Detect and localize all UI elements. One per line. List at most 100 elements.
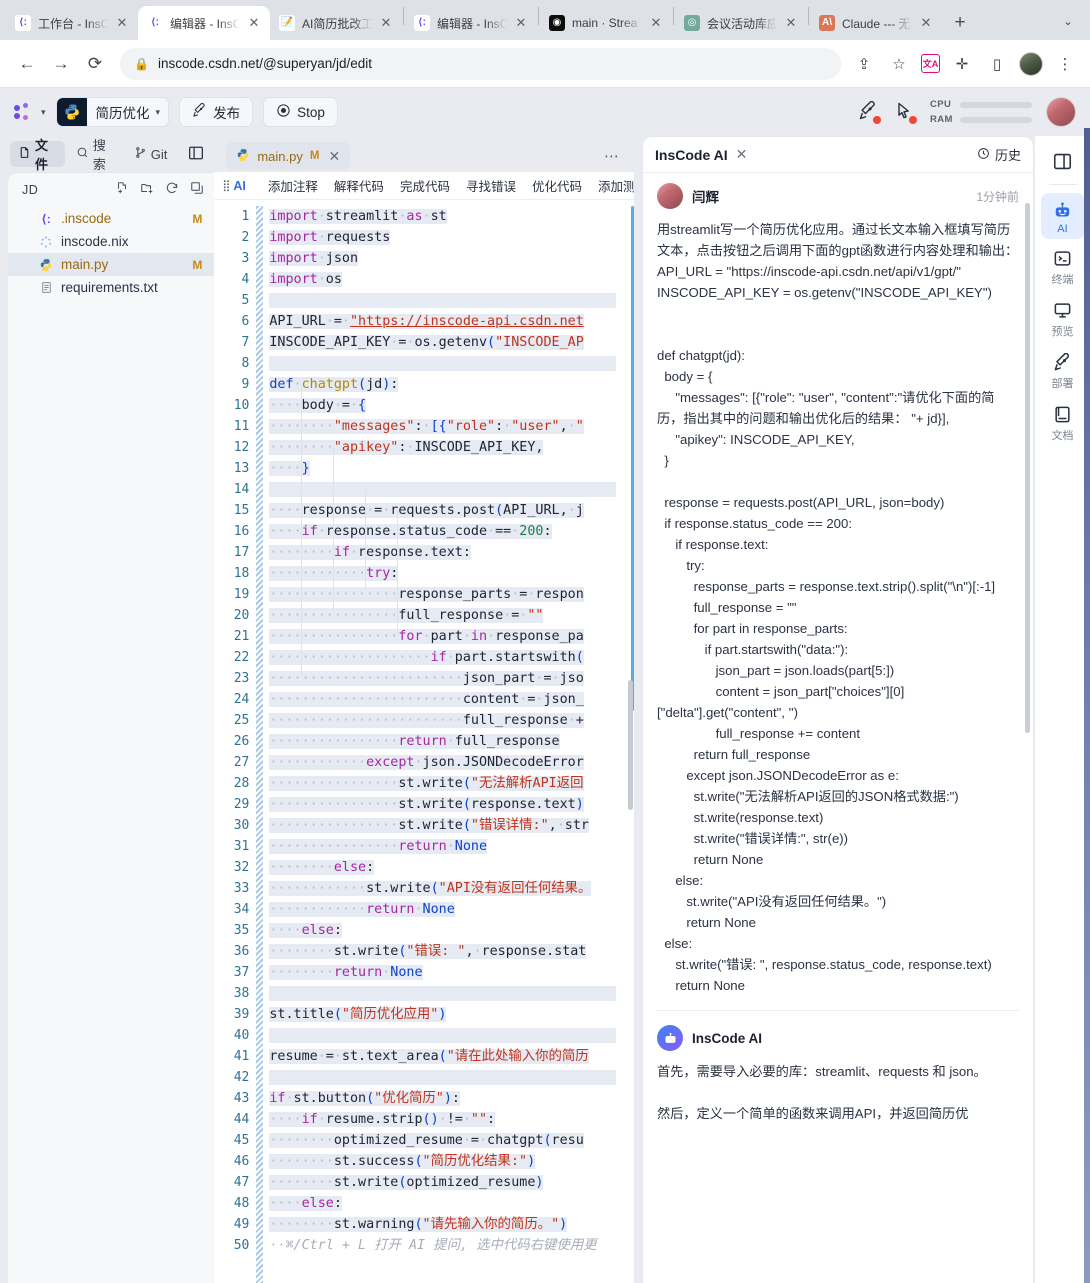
code-line[interactable]: ········st.write("错误: ",·response.stat xyxy=(269,941,634,962)
code-line[interactable]: ················return·full_response xyxy=(269,731,634,752)
new-folder-icon[interactable] xyxy=(140,181,154,200)
code-line[interactable]: ········st.warning("请先输入你的简历。") xyxy=(269,1214,634,1235)
code-line[interactable]: import·json xyxy=(269,248,634,269)
code-line[interactable]: ························content·=·json_ xyxy=(269,689,634,710)
code-line[interactable] xyxy=(269,353,634,374)
back-icon[interactable]: ← xyxy=(12,49,42,79)
code-line[interactable]: ····················if·part.startswith( xyxy=(269,647,634,668)
chevron-down-icon[interactable]: ▾ xyxy=(156,107,161,118)
code-line[interactable] xyxy=(269,1067,634,1088)
code-line[interactable]: ··⌘/Ctrl + L 打开 AI 提问, 选中代码右键使用更 xyxy=(269,1235,634,1256)
code-line[interactable]: import·os xyxy=(269,269,634,290)
close-icon[interactable]: ✕ xyxy=(649,15,663,30)
ai-action-find-errors[interactable]: 寻找错误 xyxy=(466,176,516,195)
new-tab-button[interactable]: + xyxy=(946,9,974,37)
code-line[interactable]: ····body·=·{ xyxy=(269,395,634,416)
stop-button[interactable]: Stop xyxy=(263,97,338,127)
rail-item-ai[interactable]: AI xyxy=(1040,193,1085,239)
close-icon[interactable]: ✕ xyxy=(379,15,393,30)
file-tree-row[interactable]: ⟨: .inscode M xyxy=(8,207,214,230)
more-horizontal-icon[interactable]: ⋯ xyxy=(604,147,626,165)
code-line[interactable]: ············return·None xyxy=(269,899,634,920)
file-tree-row[interactable]: inscode.nix xyxy=(8,230,214,253)
share-icon[interactable]: ⇪ xyxy=(851,51,877,77)
profile-avatar[interactable] xyxy=(1019,51,1043,76)
browser-tab[interactable]: ⟨: 编辑器 - InsC ✕ xyxy=(405,6,537,40)
rail-item-docs[interactable]: 文档 xyxy=(1041,397,1085,447)
code-line[interactable]: if·st.button("优化简历"): xyxy=(269,1088,634,1109)
code-line[interactable] xyxy=(269,1025,634,1046)
code-line[interactable]: def·chatgpt(jd): xyxy=(269,374,634,395)
code-line[interactable]: ············try: xyxy=(269,563,634,584)
chevron-down-icon[interactable]: ▾ xyxy=(41,107,46,118)
code-line[interactable]: import·requests xyxy=(269,227,634,248)
bookmark-star-icon[interactable]: ☆ xyxy=(886,51,912,77)
code-line[interactable]: resume·=·st.text_area("请在此处输入你的简历 xyxy=(269,1046,634,1067)
ai-panel-scrollbar[interactable] xyxy=(1025,203,1030,733)
code-line[interactable]: ····if·resume.strip()·!=·"": xyxy=(269,1109,634,1130)
sidebar-item-search[interactable]: 搜索 xyxy=(68,138,123,172)
code-line[interactable]: ········return·None xyxy=(269,962,634,983)
code-line[interactable]: API_URL·=·"https://inscode-api.csdn.net xyxy=(269,311,634,332)
code-line[interactable]: ········"messages":·[{"role":·"user",·" xyxy=(269,416,634,437)
panel-layout-toggle[interactable] xyxy=(180,141,212,167)
panel-layout-toggle[interactable] xyxy=(1041,144,1085,176)
close-icon[interactable]: ✕ xyxy=(328,148,340,165)
file-tree-row-selected[interactable]: main.py M xyxy=(8,253,215,276)
code-line[interactable]: ····else: xyxy=(269,1193,634,1214)
ai-action-optimize-code[interactable]: 优化代码 xyxy=(532,176,582,195)
reload-icon[interactable]: ⟳ xyxy=(80,49,110,79)
code-line[interactable]: ················return·None xyxy=(269,836,634,857)
close-icon[interactable]: ✕ xyxy=(784,15,798,30)
publish-button[interactable]: 发布 xyxy=(179,97,254,127)
ai-action-complete-code[interactable]: 完成代码 xyxy=(400,176,450,195)
address-bar[interactable]: 🔒 inscode.csdn.net/@superyan/jd/edit xyxy=(120,47,841,80)
extensions-icon[interactable]: ✛ xyxy=(949,51,975,77)
close-icon[interactable]: ✕ xyxy=(919,15,933,30)
browser-tab[interactable]: A\ Claude --- 无 ✕ xyxy=(810,6,942,40)
code-line[interactable]: ················st.write(response.text) xyxy=(269,794,634,815)
code-line[interactable]: import·streamlit·as·st xyxy=(269,206,634,227)
sidepanel-icon[interactable]: ▯ xyxy=(984,51,1010,77)
code-line[interactable]: ················st.write("无法解析API返回 xyxy=(269,773,634,794)
rail-item-terminal[interactable]: 终端 xyxy=(1041,241,1085,291)
ai-action-add-tests[interactable]: 添加测 xyxy=(598,176,634,195)
browser-tab[interactable]: ◎ 会议活动库应 ✕ xyxy=(675,6,807,40)
new-file-icon[interactable] xyxy=(115,181,129,200)
sidebar-item-files[interactable]: 文件 xyxy=(10,138,65,172)
browser-tab[interactable]: 📝 AI简历批改工 ✕ xyxy=(270,6,402,40)
editor-scrollbar[interactable] xyxy=(628,680,633,810)
code-line[interactable]: ········optimized_resume·=·chatgpt(resu xyxy=(269,1130,634,1151)
drag-grip-icon[interactable]: ⣿ xyxy=(222,179,230,192)
code-line[interactable]: ····response·=·requests.post(API_URL,·j xyxy=(269,500,634,521)
rail-item-deploy[interactable]: 部署 xyxy=(1041,345,1085,395)
code-line[interactable]: ················full_response·=·"" xyxy=(269,605,634,626)
ai-action-add-comment[interactable]: 添加注释 xyxy=(268,176,318,195)
code-line[interactable]: ················st.write("错误详情:",·str xyxy=(269,815,634,836)
project-selector[interactable]: 简历优化 ▾ xyxy=(55,97,170,127)
translate-extension-icon[interactable]: 文A xyxy=(921,54,940,73)
file-tree-row[interactable]: requirements.txt xyxy=(8,276,214,299)
code-line[interactable]: ········else: xyxy=(269,857,634,878)
code-line[interactable]: ····else: xyxy=(269,920,634,941)
code-line[interactable]: st.title("简历优化应用") xyxy=(269,1004,634,1025)
ai-message-list[interactable]: 闫辉 1分钟前 用streamlit写一个简历优化应用。通过长文本输入框填写简历… xyxy=(643,173,1033,1283)
browser-tab[interactable]: ⟨: 工作台 - InsC ✕ xyxy=(6,6,138,40)
browser-tab[interactable]: ◉ main · Strea ✕ xyxy=(540,6,672,40)
code-line[interactable]: ············st.write("API没有返回任何结果。 xyxy=(269,878,634,899)
code-line[interactable]: ········"apikey":·INSCODE_API_KEY, xyxy=(269,437,634,458)
code-line[interactable]: ················for·part·in·response_pa xyxy=(269,626,634,647)
close-icon[interactable]: ✕ xyxy=(115,15,129,30)
user-avatar[interactable] xyxy=(1046,97,1076,127)
sidebar-item-git[interactable]: Git xyxy=(126,141,176,167)
rocket-alert-icon[interactable] xyxy=(858,100,881,124)
close-icon[interactable]: ✕ xyxy=(514,15,528,30)
inscode-logo[interactable]: ▾ xyxy=(14,103,46,121)
code-line[interactable] xyxy=(269,479,634,500)
tab-search-icon[interactable]: ⌄ xyxy=(1056,9,1080,33)
code-line[interactable]: ········if·response.text: xyxy=(269,542,634,563)
cursor-alert-icon[interactable] xyxy=(894,101,917,124)
collapse-all-icon[interactable] xyxy=(190,181,204,200)
code-line[interactable] xyxy=(269,983,634,1004)
code-editor[interactable]: 1 2 3 4 5 6 7 8 9 10 11 12 13 14 15 16 17 18 19 20 21 22 23 24 2… xyxy=(214,200,634,1283)
